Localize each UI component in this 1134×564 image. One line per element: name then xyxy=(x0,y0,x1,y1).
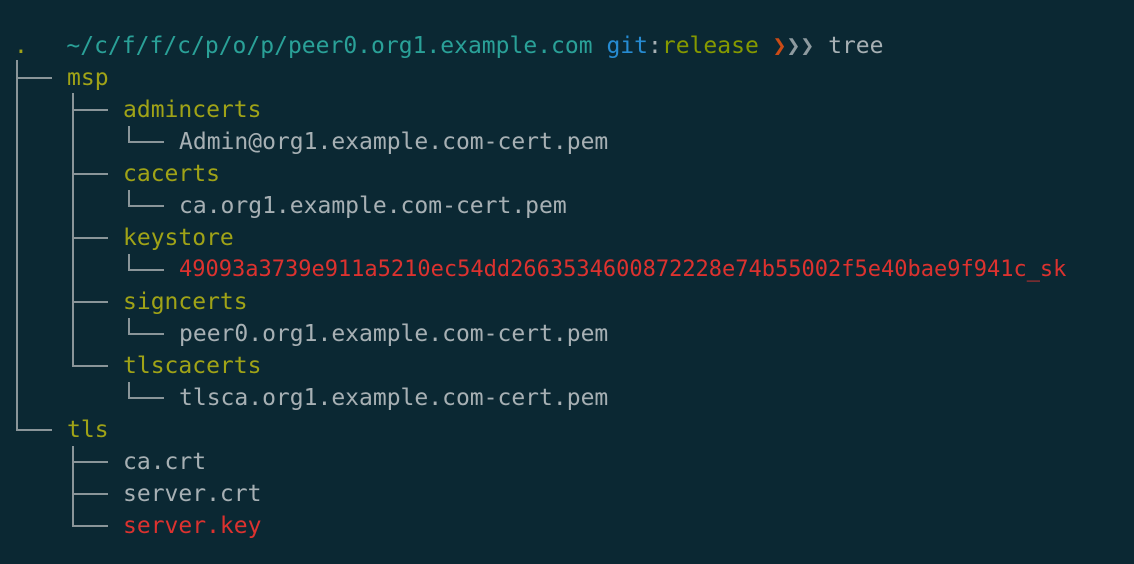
tree-guide-line xyxy=(72,109,108,111)
tree-guide-line xyxy=(72,301,108,303)
tree-dir-signcerts: signcerts xyxy=(123,289,248,315)
terminal-window[interactable]: ~/c/f/f/c/p/o/p/peer0.org1.example.com g… xyxy=(0,0,1134,564)
tree-file-ca-crt: ca.crt xyxy=(123,449,207,475)
tree-guide-line xyxy=(16,77,52,79)
tree-guide-line xyxy=(72,446,74,526)
prompt-git-label: git xyxy=(606,33,648,59)
tree-root: . xyxy=(14,33,28,59)
tree-file-server-crt: server.crt xyxy=(123,481,262,507)
prompt-line: ~/c/f/f/c/p/o/p/peer0.org1.example.com g… xyxy=(11,0,883,59)
tree-file-ca-cert: ca.org1.example.com-cert.pem xyxy=(179,193,567,219)
tree-guide-line xyxy=(72,525,108,527)
tree-dir-tlscacerts: tlscacerts xyxy=(123,353,262,379)
tree-guide-line xyxy=(72,173,108,175)
tree-guide-line xyxy=(72,365,108,367)
tree-file-peer-cert: peer0.org1.example.com-cert.pem xyxy=(179,321,609,347)
tree-guide-line xyxy=(128,141,164,143)
tree-guide-line xyxy=(128,382,130,398)
prompt-path: ~/c/f/f/c/p/o/p/peer0.org1.example.com xyxy=(66,33,593,59)
tree-file-tlsca-cert: tlsca.org1.example.com-cert.pem xyxy=(179,385,609,411)
tree-file-admin-cert: Admin@org1.example.com-cert.pem xyxy=(179,129,609,155)
tree-guide-line xyxy=(128,397,164,399)
tree-guide-line xyxy=(128,269,164,271)
prompt-arrow-icon: ❯ xyxy=(800,33,815,59)
tree-dir-keystore: keystore xyxy=(123,225,234,251)
tree-dir-tls: tls xyxy=(67,417,109,443)
tree-file-server-key: server.key xyxy=(123,513,262,539)
tree-guide-line xyxy=(128,205,164,207)
tree-guide-line xyxy=(128,190,130,206)
prompt-arrow-icon: ❯ xyxy=(772,33,787,59)
tree-file-sk: 49093a3739e911a5210ec54dd266353460087222… xyxy=(179,257,1067,282)
tree-guide-line xyxy=(128,318,130,334)
tree-guide-line xyxy=(72,493,108,495)
tree-guide-line xyxy=(128,254,130,270)
tree-guide-line xyxy=(16,429,52,431)
tree-guide-line xyxy=(16,60,18,430)
prompt-arrow-icon: ❯ xyxy=(786,33,801,59)
tree-dir-cacerts: cacerts xyxy=(123,161,220,187)
prompt-branch: release xyxy=(661,33,759,59)
command-text: tree xyxy=(828,33,884,59)
tree-guide-line xyxy=(128,333,164,335)
tree-guide-line xyxy=(72,93,74,366)
tree-guide-line xyxy=(72,237,108,239)
tree-guide-line xyxy=(72,461,108,463)
tree-dir-admincerts: admincerts xyxy=(123,97,262,123)
tree-dir-msp: msp xyxy=(67,65,109,91)
tree-guide-line xyxy=(128,126,130,142)
prompt-colon: : xyxy=(648,33,662,59)
